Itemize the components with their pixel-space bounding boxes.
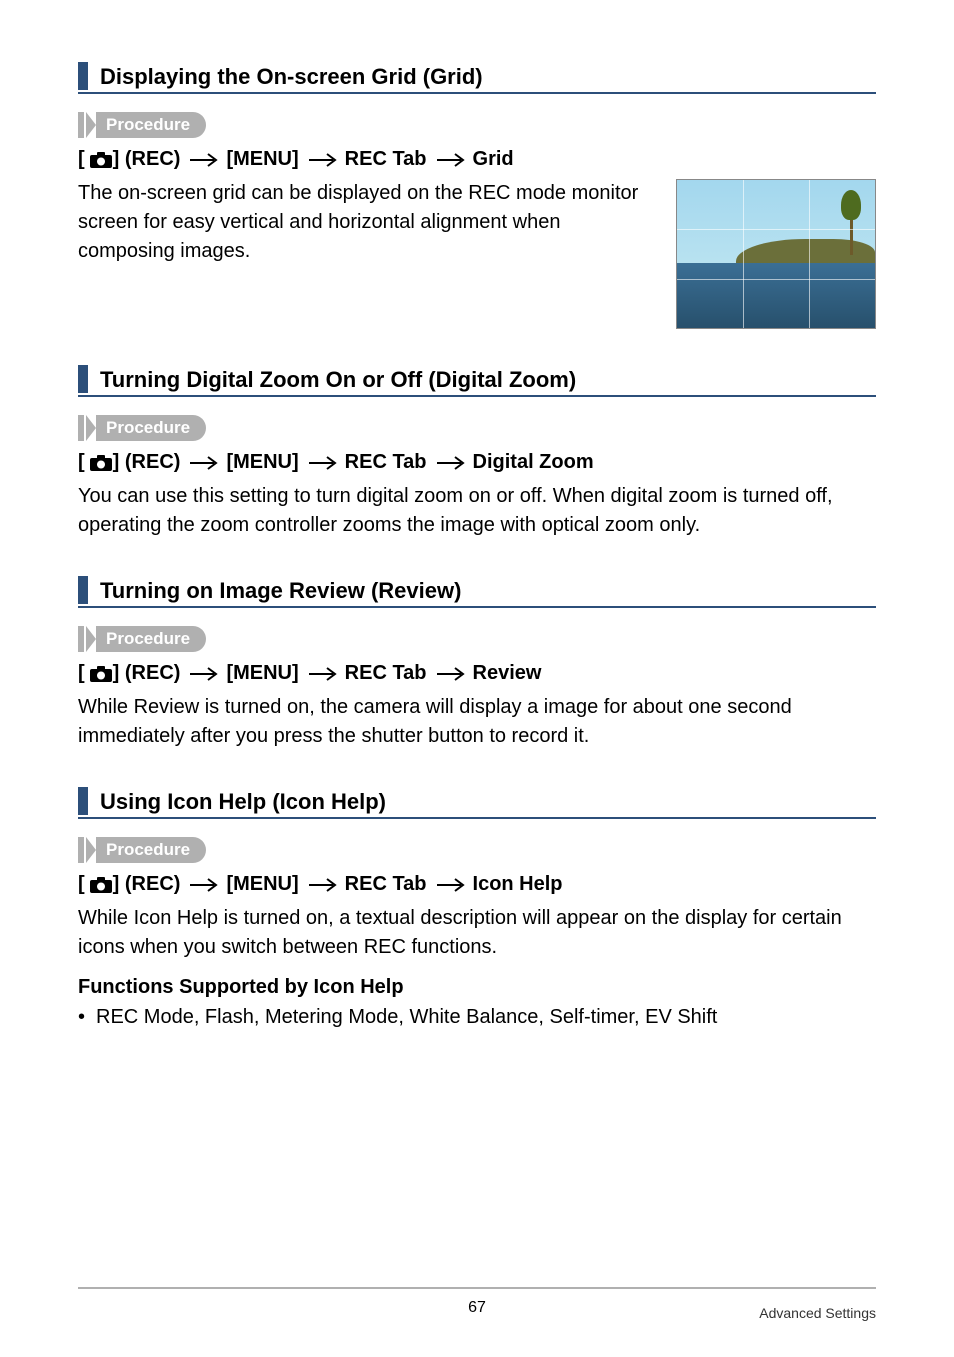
path-menu: [MENU] (226, 451, 298, 474)
procedure-bar-icon (78, 415, 84, 441)
footer-section-name: Advanced Settings (759, 1305, 876, 1321)
procedure-path: [ ] (REC) [MENU] REC Tab Grid (78, 148, 876, 171)
section-body: The on-screen grid can be displayed on t… (78, 179, 656, 266)
path-rec: ] (REC) (113, 451, 181, 474)
grid-preview-image (676, 179, 876, 329)
section-body-row: The on-screen grid can be displayed on t… (78, 179, 876, 329)
procedure-bar-icon (78, 837, 84, 863)
section-title: Turning Digital Zoom On or Off (Digital … (100, 363, 576, 395)
section-body: While Review is turned on, the camera wi… (78, 693, 876, 751)
section-title: Displaying the On-screen Grid (Grid) (100, 60, 483, 92)
section-heading: Turning on Image Review (Review) (78, 574, 876, 608)
path-rec: ] (REC) (113, 873, 181, 896)
bracket-open: [ (78, 873, 85, 896)
procedure-label: Procedure (96, 626, 206, 652)
procedure-label: Procedure (96, 112, 206, 138)
arrow-right-icon (190, 456, 220, 470)
path-menu: [MENU] (226, 662, 298, 685)
section-body: You can use this setting to turn digital… (78, 482, 876, 540)
procedure-path: [ ] (REC) [MENU] REC Tab Review (78, 662, 876, 685)
heading-bar-icon (78, 365, 88, 393)
chevron-right-icon (86, 415, 96, 441)
procedure-label-box: Procedure (78, 626, 876, 652)
path-item: Digital Zoom (473, 451, 594, 474)
section-review: Turning on Image Review (Review) Procedu… (78, 574, 876, 751)
arrow-right-icon (437, 878, 467, 892)
arrow-right-icon (437, 456, 467, 470)
page-footer: 67 Advanced Settings (78, 1287, 876, 1321)
section-grid: Displaying the On-screen Grid (Grid) Pro… (78, 60, 876, 329)
camera-icon (89, 873, 113, 896)
path-tab: REC Tab (345, 451, 427, 474)
arrow-right-icon (309, 153, 339, 167)
arrow-right-icon (437, 667, 467, 681)
path-item: Grid (473, 148, 514, 171)
chevron-right-icon (86, 112, 96, 138)
page-number: 67 (78, 1299, 876, 1317)
bracket-open: [ (78, 148, 85, 171)
section-heading: Displaying the On-screen Grid (Grid) (78, 60, 876, 94)
heading-bar-icon (78, 62, 88, 90)
procedure-path: [ ] (REC) [MENU] REC Tab Digital Zoom (78, 451, 876, 474)
section-heading: Turning Digital Zoom On or Off (Digital … (78, 363, 876, 397)
heading-bar-icon (78, 576, 88, 604)
arrow-right-icon (190, 878, 220, 892)
section-heading: Using Icon Help (Icon Help) (78, 785, 876, 819)
bullet-dot-icon: • (78, 1003, 96, 1032)
arrow-right-icon (190, 153, 220, 167)
path-item: Icon Help (473, 873, 563, 896)
arrow-right-icon (309, 456, 339, 470)
arrow-right-icon (437, 153, 467, 167)
path-menu: [MENU] (226, 873, 298, 896)
section-body: While Icon Help is turned on, a textual … (78, 904, 876, 962)
subheading: Functions Supported by Icon Help (78, 976, 876, 999)
procedure-bar-icon (78, 626, 84, 652)
path-item: Review (473, 662, 542, 685)
procedure-bar-icon (78, 112, 84, 138)
camera-icon (89, 148, 113, 171)
bullet-item: • REC Mode, Flash, Metering Mode, White … (78, 1003, 876, 1032)
path-rec: ] (REC) (113, 662, 181, 685)
procedure-label-box: Procedure (78, 415, 876, 441)
heading-bar-icon (78, 787, 88, 815)
procedure-label-box: Procedure (78, 112, 876, 138)
bracket-open: [ (78, 662, 85, 685)
path-menu: [MENU] (226, 148, 298, 171)
camera-icon (89, 662, 113, 685)
section-title: Using Icon Help (Icon Help) (100, 785, 386, 817)
path-tab: REC Tab (345, 148, 427, 171)
procedure-label: Procedure (96, 837, 206, 863)
section-title: Turning on Image Review (Review) (100, 574, 461, 606)
chevron-right-icon (86, 837, 96, 863)
section-digital-zoom: Turning Digital Zoom On or Off (Digital … (78, 363, 876, 540)
arrow-right-icon (309, 667, 339, 681)
path-rec: ] (REC) (113, 148, 181, 171)
page: Displaying the On-screen Grid (Grid) Pro… (0, 0, 954, 1357)
arrow-right-icon (309, 878, 339, 892)
bracket-open: [ (78, 451, 85, 474)
section-icon-help: Using Icon Help (Icon Help) Procedure [ … (78, 785, 876, 1032)
path-tab: REC Tab (345, 662, 427, 685)
bullet-text: REC Mode, Flash, Metering Mode, White Ba… (96, 1003, 717, 1032)
path-tab: REC Tab (345, 873, 427, 896)
arrow-right-icon (190, 667, 220, 681)
procedure-path: [ ] (REC) [MENU] REC Tab Icon Help (78, 873, 876, 896)
procedure-label-box: Procedure (78, 837, 876, 863)
chevron-right-icon (86, 626, 96, 652)
camera-icon (89, 451, 113, 474)
procedure-label: Procedure (96, 415, 206, 441)
